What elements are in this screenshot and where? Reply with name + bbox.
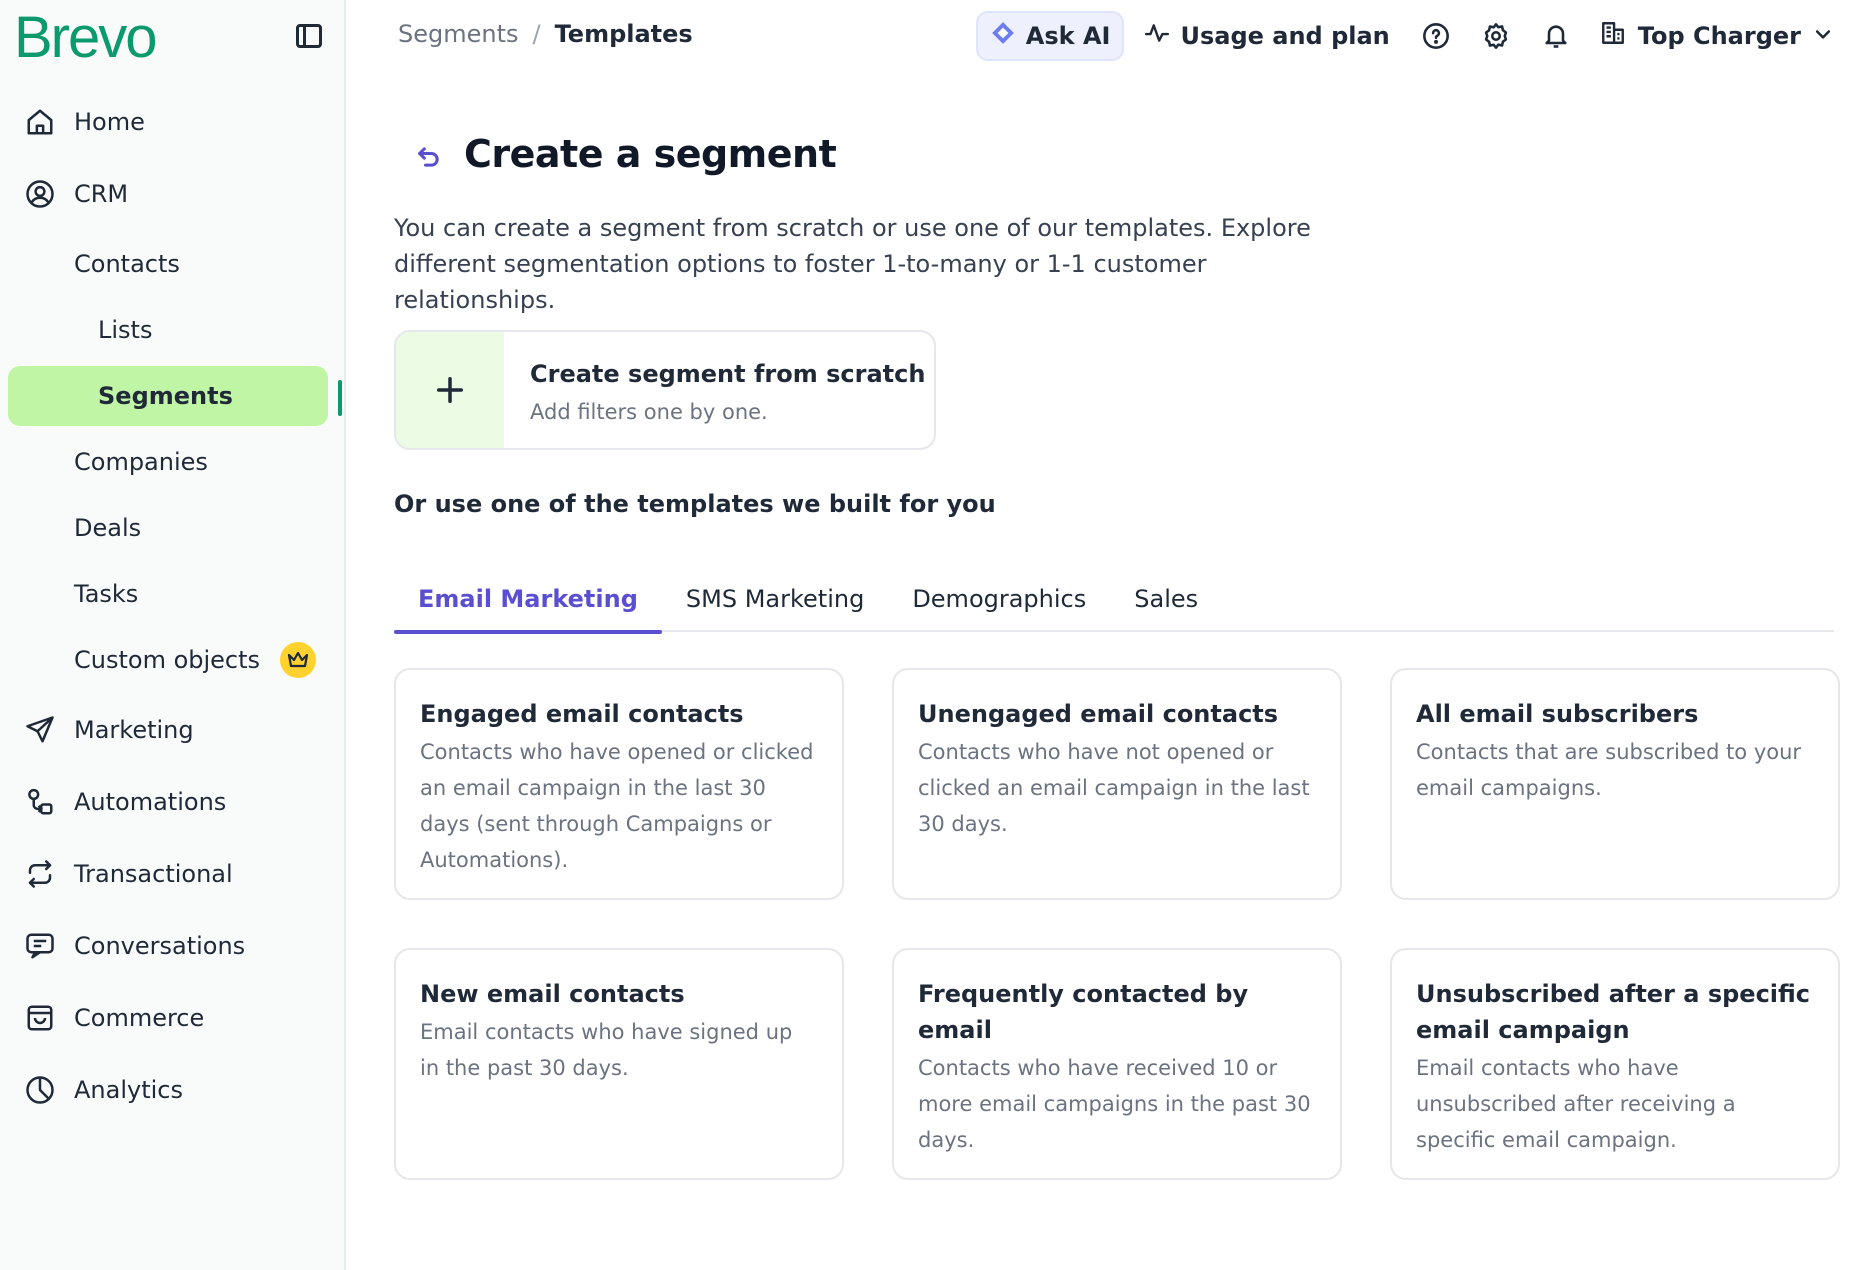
template-card-description: Contacts who have opened or clicked an e… xyxy=(420,740,814,872)
sidebar-item-label: Lists xyxy=(98,316,153,344)
sidebar-item-label: Companies xyxy=(74,448,208,476)
template-card[interactable]: Frequently contacted by email Contacts w… xyxy=(892,948,1342,1180)
home-icon xyxy=(24,106,56,138)
main-content: Create a segment You can create a segmen… xyxy=(394,0,1867,1270)
template-card-description: Contacts that are subscribed to your ema… xyxy=(1416,740,1802,800)
sidebar-item-label: Analytics xyxy=(74,1076,183,1104)
tab-email-marketing[interactable]: Email Marketing xyxy=(394,566,662,634)
template-card-description: Email contacts who have signed up in the… xyxy=(420,1020,793,1080)
scratch-card-title: Create segment from scratch xyxy=(530,360,926,388)
sidebar-item-conversations[interactable]: Conversations xyxy=(8,916,328,976)
template-card-title: Unengaged email contacts xyxy=(918,700,1279,728)
sidebar-item-custom-objects[interactable]: Custom objects xyxy=(8,630,328,690)
template-card-description: Contacts who have not opened or clicked … xyxy=(918,740,1310,836)
automation-icon xyxy=(24,786,56,818)
template-card-description: Contacts who have received 10 or more em… xyxy=(918,1056,1311,1152)
user-circle-icon xyxy=(24,178,56,210)
template-card-title: Engaged email contacts xyxy=(420,700,744,728)
sidebar-item-deals[interactable]: Deals xyxy=(8,498,328,558)
tab-sms-marketing[interactable]: SMS Marketing xyxy=(662,566,888,632)
sidebar: Brevo Home CRM Contacts Lists Segments C… xyxy=(0,0,346,1270)
shopping-bag-icon xyxy=(24,1002,56,1034)
tab-sales[interactable]: Sales xyxy=(1110,566,1222,632)
sidebar-item-label: Segments xyxy=(98,382,233,410)
sidebar-item-commerce[interactable]: Commerce xyxy=(8,988,328,1048)
template-card-description: Email contacts who have unsubscribed aft… xyxy=(1416,1056,1736,1152)
template-card[interactable]: Unengaged email contacts Contacts who ha… xyxy=(892,668,1342,900)
template-card-title: Frequently contacted by email xyxy=(918,980,1249,1044)
page-title: Create a segment xyxy=(464,132,837,176)
sidebar-item-transactional[interactable]: Transactional xyxy=(8,844,328,904)
sidebar-item-label: Conversations xyxy=(74,932,246,960)
sidebar-item-label: Deals xyxy=(74,514,142,542)
brevo-logo[interactable]: Brevo xyxy=(14,4,158,71)
sidebar-item-lists[interactable]: Lists xyxy=(8,300,328,360)
template-category-tabs: Email Marketing SMS Marketing Demographi… xyxy=(394,566,1834,634)
sidebar-item-label: Tasks xyxy=(74,580,139,608)
sidebar-item-automations[interactable]: Automations xyxy=(8,772,328,832)
sidebar-item-label: Custom objects xyxy=(74,646,261,674)
sidebar-item-label: Contacts xyxy=(74,250,180,278)
repeat-icon xyxy=(24,858,56,890)
crown-icon xyxy=(280,642,316,678)
send-icon xyxy=(24,714,56,746)
templates-heading: Or use one of the templates we built for… xyxy=(394,490,996,518)
template-card[interactable]: New email contacts Email contacts who ha… xyxy=(394,948,844,1180)
sidebar-item-crm[interactable]: CRM xyxy=(8,164,328,224)
sidebar-collapse-icon[interactable] xyxy=(296,24,322,48)
template-card-title: New email contacts xyxy=(420,980,685,1008)
template-card-title: All email subscribers xyxy=(1416,700,1699,728)
sidebar-item-home[interactable]: Home xyxy=(8,92,328,152)
sidebar-item-label: Home xyxy=(74,108,145,136)
sidebar-item-segments[interactable]: Segments xyxy=(8,366,328,426)
page-description: You can create a segment from scratch or… xyxy=(394,214,1311,314)
template-card[interactable]: Unsubscribed after a specific email camp… xyxy=(1390,948,1840,1180)
template-card[interactable]: All email subscribers Contacts that are … xyxy=(1390,668,1840,900)
sidebar-item-label: Commerce xyxy=(74,1004,205,1032)
chat-icon xyxy=(24,930,56,962)
sidebar-item-contacts[interactable]: Contacts xyxy=(8,234,328,294)
back-arrow-icon[interactable] xyxy=(412,140,446,174)
tab-demographics[interactable]: Demographics xyxy=(888,566,1110,632)
template-card-title: Unsubscribed after a specific email camp… xyxy=(1416,980,1811,1044)
template-card[interactable]: Engaged email contacts Contacts who have… xyxy=(394,668,844,900)
sidebar-item-label: Automations xyxy=(74,788,227,816)
sidebar-item-tasks[interactable]: Tasks xyxy=(8,564,328,624)
sidebar-item-analytics[interactable]: Analytics xyxy=(8,1060,328,1120)
pie-chart-icon xyxy=(24,1074,56,1106)
plus-icon xyxy=(396,332,504,448)
sidebar-item-label: CRM xyxy=(74,180,129,208)
sidebar-item-companies[interactable]: Companies xyxy=(8,432,328,492)
create-from-scratch-card[interactable]: Create segment from scratch Add filters … xyxy=(394,330,936,450)
sidebar-item-marketing[interactable]: Marketing xyxy=(8,700,328,760)
sidebar-item-label: Marketing xyxy=(74,716,194,744)
active-indicator xyxy=(338,380,342,416)
template-cards-grid: Engaged email contacts Contacts who have… xyxy=(394,668,1840,1180)
sidebar-item-label: Transactional xyxy=(74,860,233,888)
scratch-card-subtitle: Add filters one by one. xyxy=(530,400,768,424)
